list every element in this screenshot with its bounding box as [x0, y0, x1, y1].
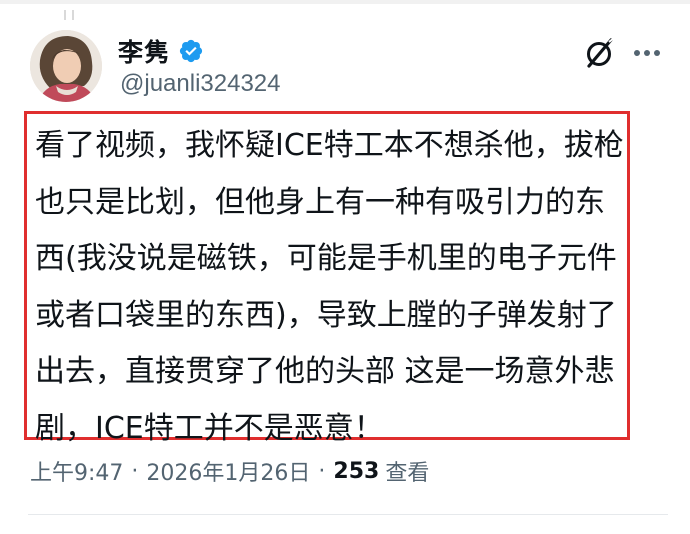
tweet-date[interactable]: 2026年1月26日: [146, 455, 310, 487]
bottom-divider: [28, 514, 668, 515]
display-name[interactable]: 李隽: [118, 33, 170, 69]
meta-separator: ·: [131, 458, 139, 484]
grok-icon[interactable]: [583, 36, 617, 70]
tweet-text: 看了视频，我怀疑ICE特工本不想杀他，拔枪也只是比划，但他身上有一种有吸引力的东…: [35, 128, 624, 446]
tweet-header: 李隽 @juanli324324: [28, 30, 668, 110]
scroll-edge-mark: [64, 10, 74, 20]
tweet-time[interactable]: 上午9:47: [30, 455, 123, 487]
avatar[interactable]: [30, 30, 102, 102]
tweet-meta: 上午9:47 · 2026年1月26日 · 253 查看: [30, 455, 429, 487]
views-count[interactable]: 253: [333, 459, 379, 484]
user-handle[interactable]: @juanli324324: [120, 70, 281, 98]
more-options-icon[interactable]: [632, 46, 662, 60]
highlighted-tweet-box: 看了视频，我怀疑ICE特工本不想杀他，拔枪也只是比划，但他身上有一种有吸引力的东…: [24, 111, 630, 446]
meta-separator: ·: [318, 458, 326, 484]
top-divider: [0, 0, 690, 4]
verified-badge-icon: [179, 39, 203, 63]
views-label[interactable]: 查看: [385, 455, 429, 487]
name-row: 李隽: [118, 34, 204, 68]
